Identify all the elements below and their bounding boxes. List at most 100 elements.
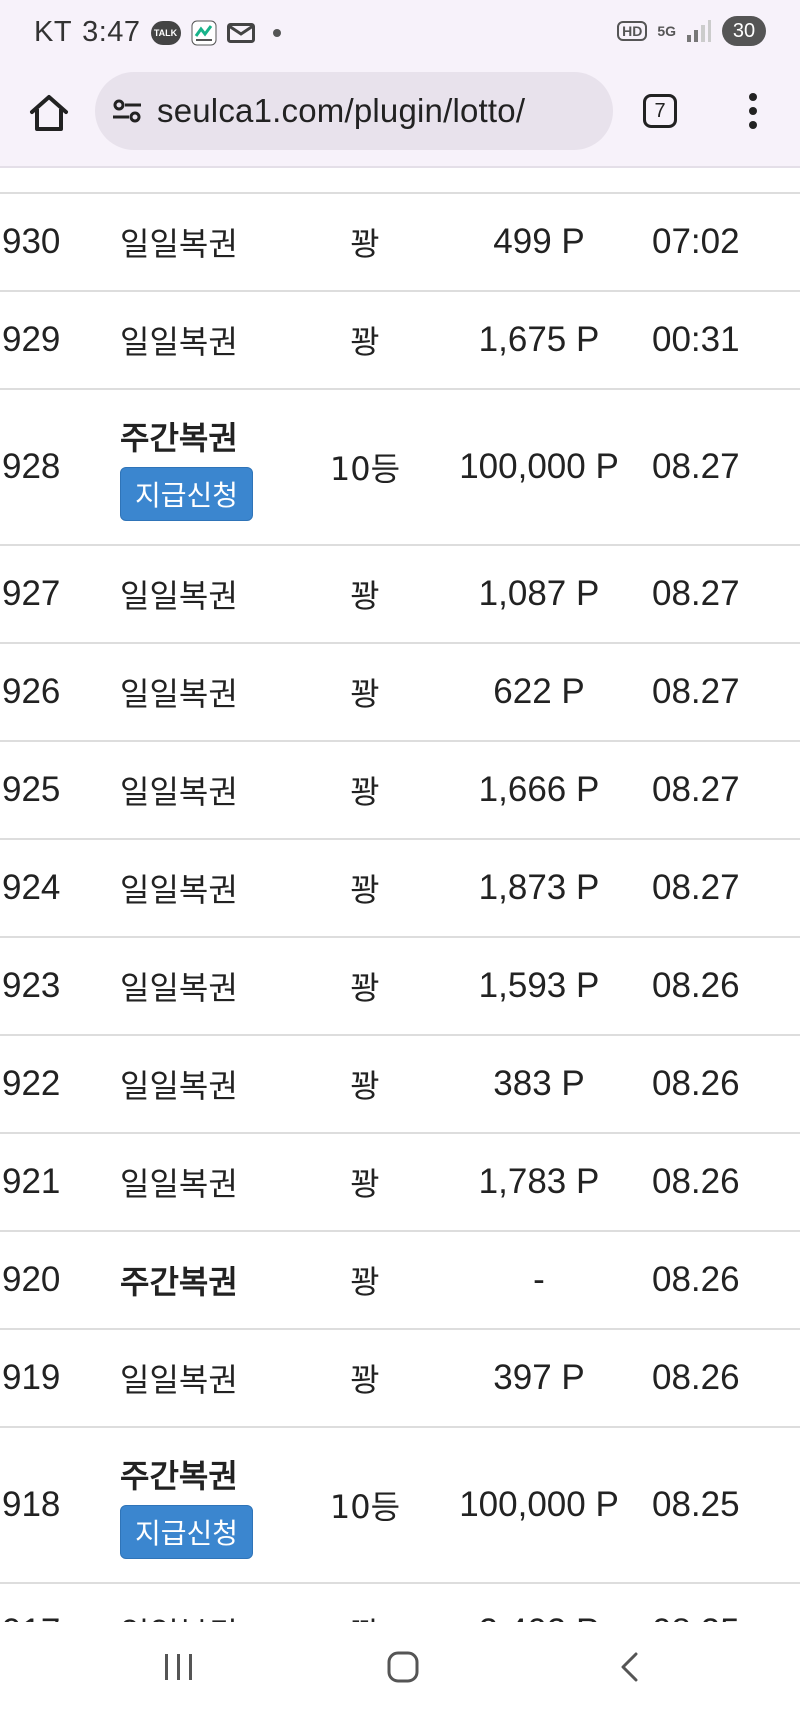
rank-label: 꽝 xyxy=(350,773,380,811)
site-settings-icon[interactable] xyxy=(111,95,143,127)
rank-label: 꽝 xyxy=(350,323,380,361)
clock: 3:47 xyxy=(82,16,141,48)
url-text[interactable]: seulca1.com/plugin/lotto/ xyxy=(157,92,525,130)
tab-switcher-button[interactable]: 7 xyxy=(643,94,677,128)
status-left: KT 3:47 TALK xyxy=(34,16,281,49)
rank-label: 꽝 xyxy=(350,1263,380,1301)
row-type-cell: 일일복권 xyxy=(120,644,238,740)
url-bar[interactable]: seulca1.com/plugin/lotto/ xyxy=(95,72,613,150)
row-date: 08.27 xyxy=(652,770,740,809)
row-type-cell: 일일복권 xyxy=(120,1584,238,1622)
row-date: 08.26 xyxy=(652,1358,740,1397)
lottery-type-label: 일일복권 xyxy=(120,1165,238,1203)
row-type-cell: 일일복권 xyxy=(120,1330,238,1426)
table-row: 927 일일복권 꽝 1,087 P 08.27 xyxy=(0,546,800,644)
row-rank-cell: 10등 xyxy=(300,390,430,544)
prize-points: 2,402 P xyxy=(455,1584,623,1622)
table-row: 920 주간복권 꽝 - 08.26 xyxy=(0,1232,800,1330)
row-date: 08.25 xyxy=(652,1584,740,1622)
row-rank-cell: 꽝 xyxy=(300,938,430,1034)
signal-icon xyxy=(686,19,712,43)
table-row: 929 일일복권 꽝 1,675 P 00:31 xyxy=(0,292,800,390)
network-5g-icon: 5G xyxy=(657,23,676,39)
row-rank-cell: 10등 xyxy=(300,1428,430,1582)
table-row: 922 일일복권 꽝 383 P 08.26 xyxy=(0,1036,800,1134)
prize-points: 622 P xyxy=(493,672,585,711)
home-icon[interactable] xyxy=(26,90,72,136)
recent-apps-icon[interactable] xyxy=(162,1650,196,1688)
table-row: 924 일일복권 꽝 1,873 P 08.27 xyxy=(0,840,800,938)
rank-label: 꽝 xyxy=(350,871,380,909)
row-number: 920 xyxy=(2,1260,61,1299)
lottery-type-label: 일일복권 xyxy=(120,1609,238,1622)
row-type-cell: 주간복권 xyxy=(120,1232,238,1328)
lottery-type-label: 일일복권 xyxy=(120,773,238,811)
prize-points: 1,087 P xyxy=(478,574,600,613)
claim-payment-button[interactable]: 지급신청 xyxy=(120,467,254,521)
lotto-history-content: 930 일일복권 꽝 499 P 07:02 929 일일복권 꽝 1,675 P 00:31 92… xyxy=(0,168,800,1622)
rank-label: 꽝 xyxy=(350,969,380,1007)
row-number: 918 xyxy=(2,1485,61,1524)
row-date: 07:02 xyxy=(652,222,740,261)
prize-points: 397 P xyxy=(493,1358,585,1397)
rank-label: 꽝 xyxy=(350,1165,380,1203)
row-rank-cell: 꽝 xyxy=(300,644,430,740)
row-number: 921 xyxy=(2,1162,61,1201)
row-number: 928 xyxy=(2,447,61,486)
table-row: 918 주간복권지급신청 10등 100,000 P 08.25 xyxy=(0,1428,800,1584)
row-date: 08.25 xyxy=(652,1485,740,1524)
table-row: 926 일일복권 꽝 622 P 08.27 xyxy=(0,644,800,742)
system-nav-bar xyxy=(0,1622,800,1716)
kbank-icon xyxy=(191,20,217,46)
row-rank-cell: 꽝 xyxy=(300,1232,430,1328)
row-rank-cell: 꽝 xyxy=(300,546,430,642)
prize-points: 1,666 P xyxy=(478,770,600,809)
row-number: 929 xyxy=(2,320,61,359)
row-date: 08.26 xyxy=(652,1162,740,1201)
back-icon[interactable] xyxy=(614,1650,648,1688)
more-menu-icon[interactable] xyxy=(738,88,768,134)
row-number: 925 xyxy=(2,770,61,809)
carrier-label: KT xyxy=(34,16,73,48)
kakaotalk-icon: TALK xyxy=(150,20,181,45)
claim-payment-button[interactable]: 지급신청 xyxy=(120,1505,254,1559)
lottery-type-label: 일일복권 xyxy=(120,323,238,361)
rank-label: 10등 xyxy=(329,450,401,488)
row-rank-cell: 꽝 xyxy=(300,292,430,388)
rank-label: 10등 xyxy=(329,1488,401,1526)
hd-voice-icon: HD xyxy=(617,21,648,41)
row-number: 923 xyxy=(2,966,61,1005)
lottery-type-label: 일일복권 xyxy=(120,969,238,1007)
row-rank-cell: 꽝 xyxy=(300,194,430,290)
row-type-cell: 일일복권 xyxy=(120,1036,238,1132)
prize-points: 1,593 P xyxy=(478,966,600,1005)
row-date: 08.27 xyxy=(652,574,740,613)
home-nav-icon[interactable] xyxy=(386,1650,420,1688)
status-right: HD 5G 30 xyxy=(617,16,766,46)
lottery-type-label: 일일복권 xyxy=(120,577,238,615)
row-date: 08.26 xyxy=(652,1260,740,1299)
row-number: 924 xyxy=(2,868,61,907)
row-number: 919 xyxy=(2,1358,61,1397)
prize-points: 383 P xyxy=(493,1064,585,1103)
table-row: 923 일일복권 꽝 1,593 P 08.26 xyxy=(0,938,800,1036)
row-number: 917 xyxy=(2,1584,60,1622)
row-rank-cell: 꽝 xyxy=(300,1134,430,1230)
row-number: 922 xyxy=(2,1064,61,1103)
rank-label: 꽝 xyxy=(350,1361,380,1399)
prize-points: 1,873 P xyxy=(478,868,600,907)
row-type-cell: 일일복권 xyxy=(120,742,238,838)
prize-points: 499 P xyxy=(493,222,585,261)
prize-points: 100,000 P xyxy=(459,1485,619,1524)
lottery-type-label: 일일복권 xyxy=(120,1067,238,1105)
lottery-type-label: 주간복권 xyxy=(120,1263,238,1301)
row-rank-cell: 꽝 xyxy=(300,1330,430,1426)
battery-icon: 30 xyxy=(722,16,766,46)
rank-label: 꽝 xyxy=(350,577,380,615)
lottery-type-label: 주간복권 xyxy=(120,419,238,457)
lottery-type-label: 일일복권 xyxy=(120,675,238,713)
lottery-type-label: 주간복권 xyxy=(120,1457,238,1495)
row-date: 00:31 xyxy=(652,320,740,359)
table-row: 930 일일복권 꽝 499 P 07:02 xyxy=(0,194,800,292)
lottery-type-label: 일일복권 xyxy=(120,871,238,909)
